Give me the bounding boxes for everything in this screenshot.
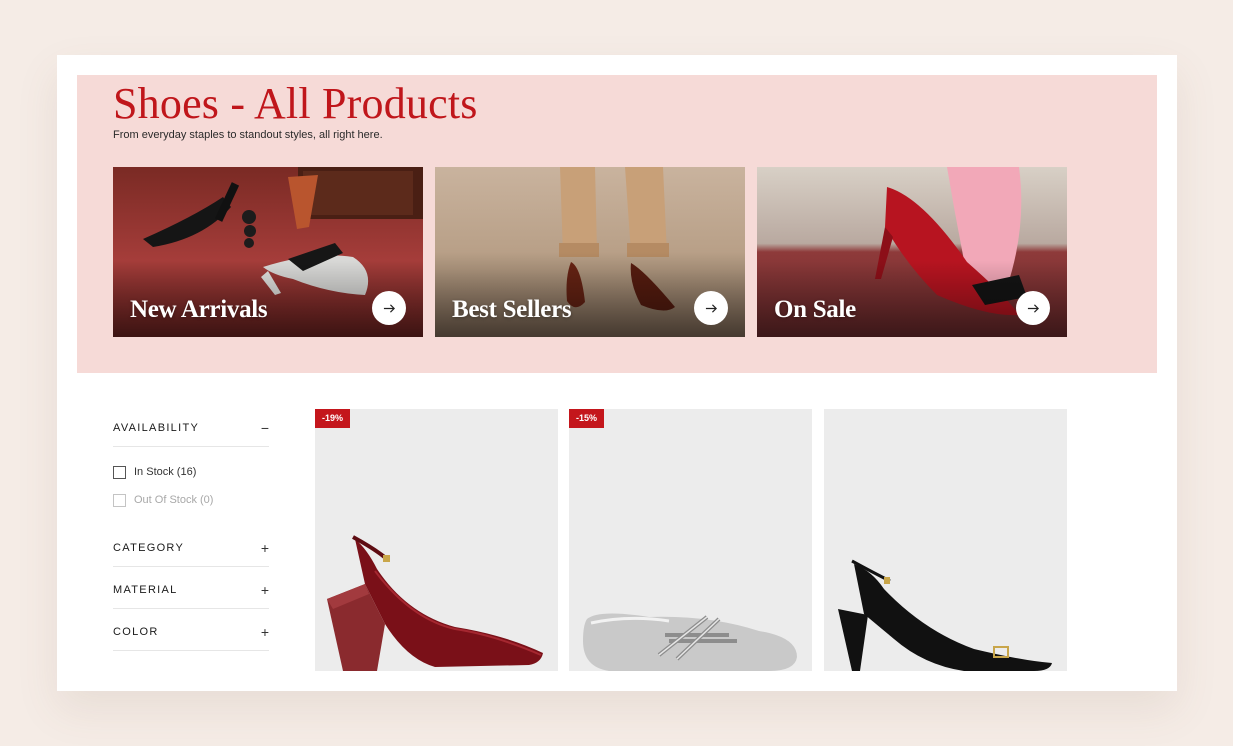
collection-card-best-sellers[interactable]: Best Sellers [435,167,745,337]
filter-option-out-of-stock[interactable]: Out Of Stock (0) [113,486,269,514]
filter-label: COLOR [113,625,159,638]
collection-hero: Shoes - All Products From everyday stapl… [77,75,1157,373]
product-card[interactable] [824,409,1067,671]
checkbox[interactable] [113,465,126,479]
checkbox[interactable] [113,493,126,507]
product-image [838,559,1052,671]
collection-card-new-arrivals[interactable]: New Arrivals [113,167,423,337]
collection-card-label: Best Sellers [452,296,572,323]
arrow-right-icon[interactable] [372,291,406,325]
option-label: Out Of Stock (0) [134,494,214,506]
filter-availability: AVAILABILITY − In Stock (16) Out Of Stoc… [113,409,269,529]
plus-icon: + [260,581,269,598]
filter-sidebar: AVAILABILITY − In Stock (16) Out Of Stoc… [113,405,269,651]
plus-icon: + [260,539,269,556]
page-frame: Shoes - All Products From everyday stapl… [57,55,1177,691]
page-title: Shoes - All Products [113,79,478,128]
product-image [327,535,543,671]
filter-option-in-stock[interactable]: In Stock (16) [113,458,269,486]
product-image [583,613,797,671]
product-card[interactable]: -15% [569,409,812,671]
plus-icon: + [260,623,269,640]
discount-badge: -15% [569,409,605,428]
option-label: In Stock (16) [134,466,197,478]
filter-category-toggle[interactable]: CATEGORY + [113,529,269,567]
availability-options: In Stock (16) Out Of Stock (0) [113,447,269,529]
filter-label: CATEGORY [113,541,185,554]
collection-card-on-sale[interactable]: On Sale [757,167,1067,337]
filter-label: AVAILABILITY [113,421,200,434]
filter-label: MATERIAL [113,583,178,596]
discount-badge: -19% [315,409,351,428]
filter-color-toggle[interactable]: COLOR + [113,613,269,651]
filter-material-toggle[interactable]: MATERIAL + [113,571,269,609]
page-subtitle: From everyday staples to standout styles… [113,129,383,141]
arrow-right-icon[interactable] [694,291,728,325]
product-card[interactable]: -19% [315,409,558,671]
arrow-right-icon[interactable] [1016,291,1050,325]
minus-icon: − [260,419,269,436]
collection-card-label: On Sale [774,296,856,323]
filter-availability-toggle[interactable]: AVAILABILITY − [113,409,269,447]
collection-card-label: New Arrivals [130,296,268,323]
